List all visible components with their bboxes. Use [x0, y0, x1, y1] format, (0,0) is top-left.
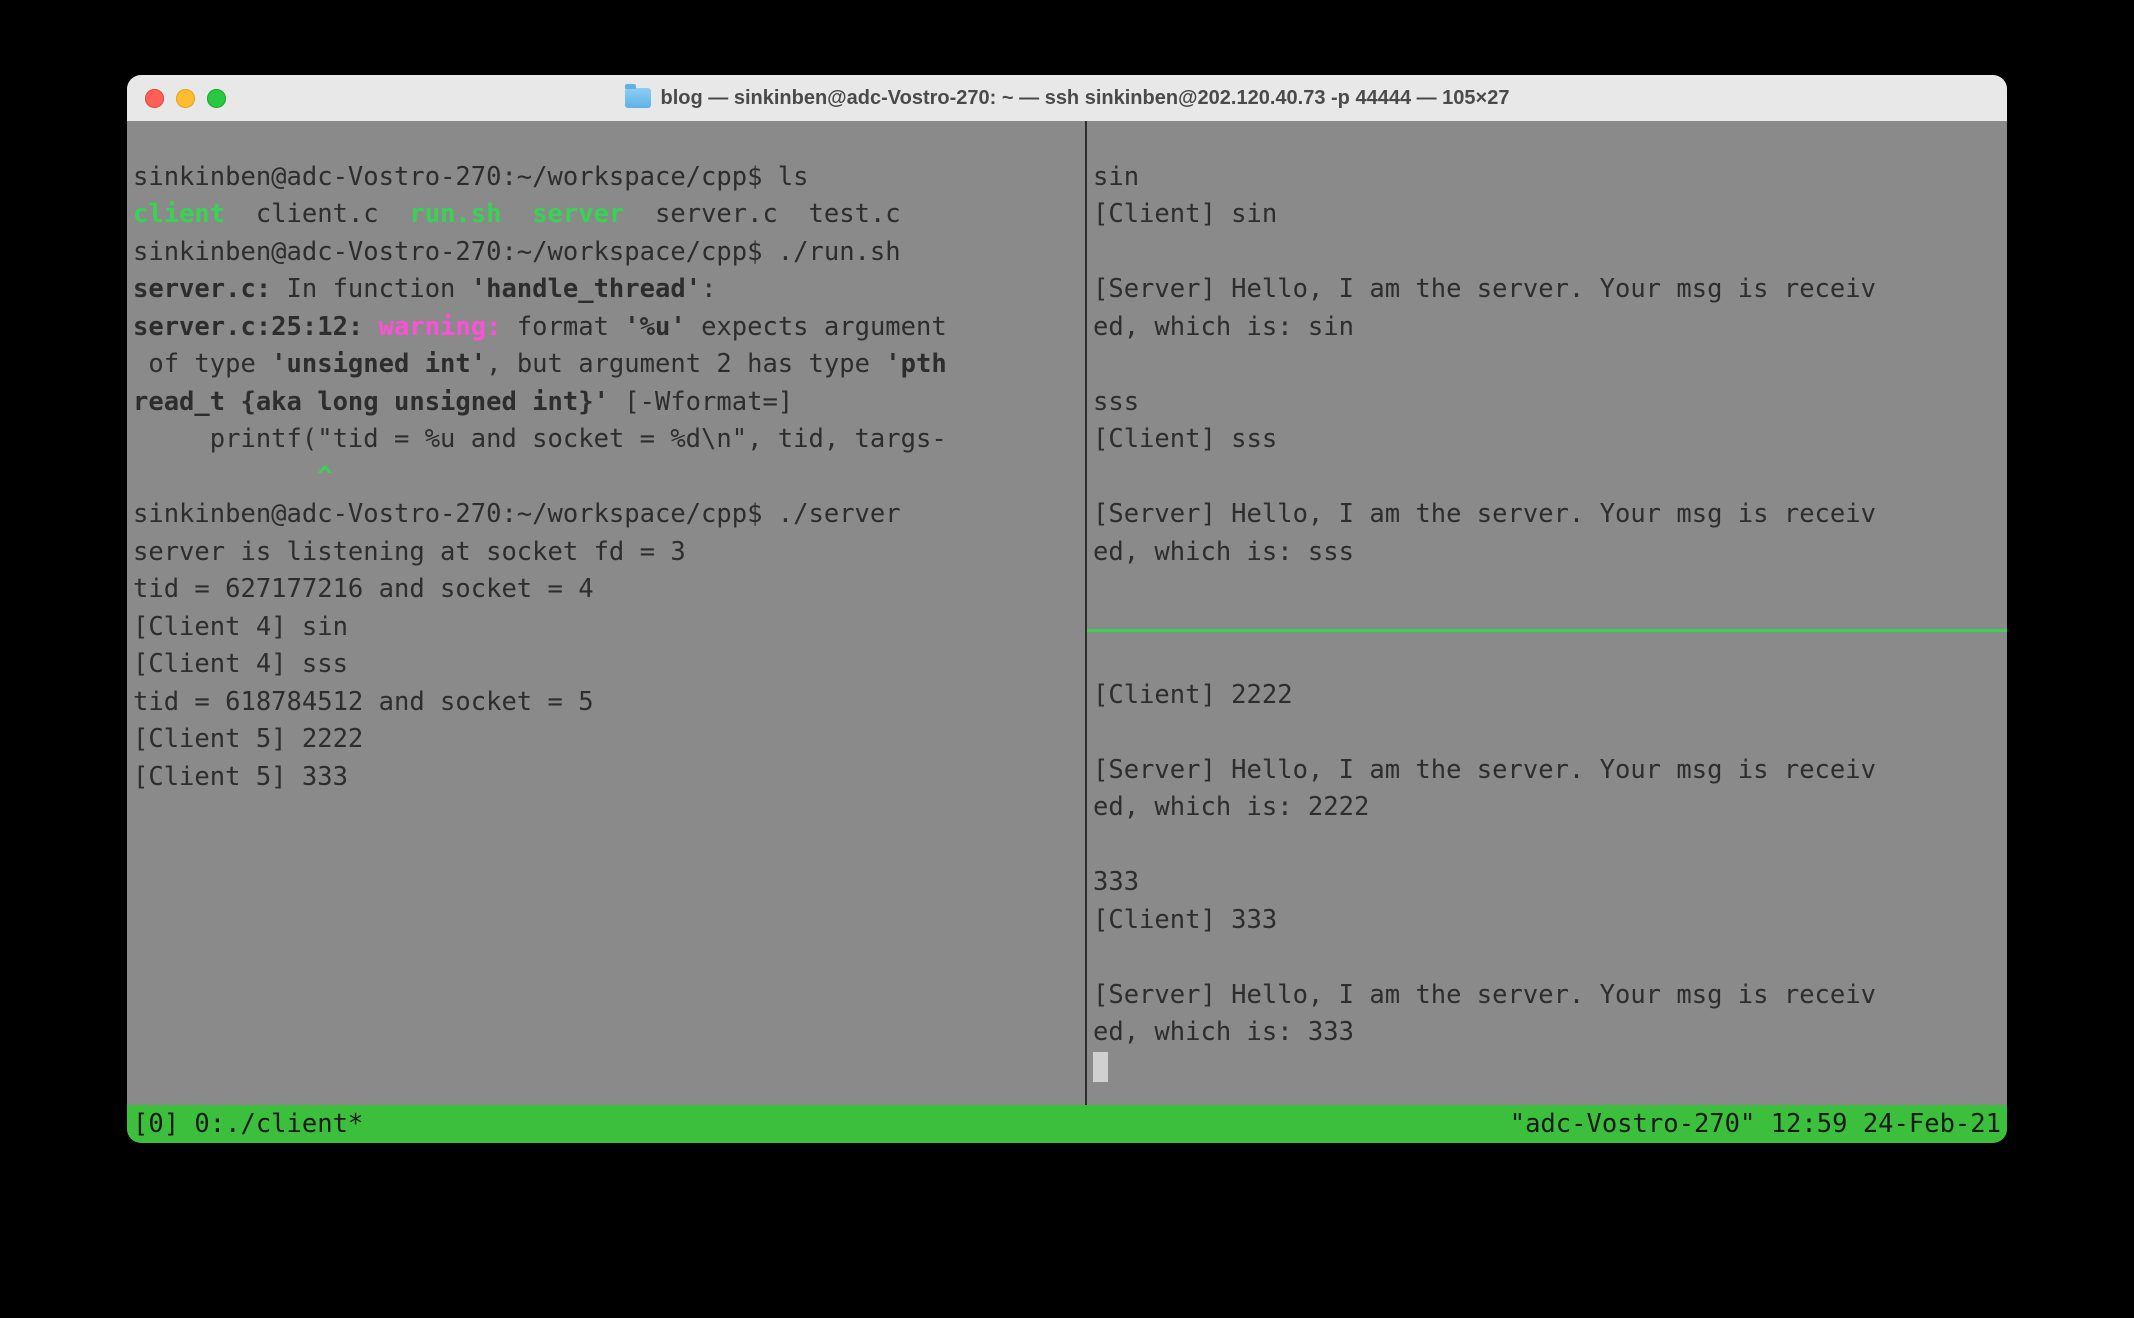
term-line: sinkinben@adc-Vostro-270:~/workspace/cpp…: [133, 162, 809, 192]
term-line: ed, which is: 2222: [1093, 792, 1369, 822]
term-line: sss: [1093, 387, 1139, 417]
term-line: [Client] 333: [1093, 905, 1277, 935]
term-line: ed, which is: sss: [1093, 537, 1354, 567]
close-icon[interactable]: [145, 89, 164, 108]
term-text: [-Wformat=]: [609, 387, 793, 417]
term-line: [Client] 2222: [1093, 680, 1293, 710]
term-text: expects argument: [686, 312, 947, 342]
folder-icon: [625, 88, 651, 108]
term-line: [Server] Hello, I am the server. Your ms…: [1093, 980, 1876, 1010]
term-line: [Client] sin: [1093, 199, 1277, 229]
window-title: blog — sinkinben@adc-Vostro-270: ~ — ssh…: [661, 87, 1510, 110]
term-line: [Client 5] 2222: [133, 724, 363, 754]
status-right: "adc-Vostro-270" 12:59 24-Feb-21: [1510, 1109, 2001, 1139]
minimize-icon[interactable]: [176, 89, 195, 108]
term-text: read_t {aka long unsigned int}': [133, 387, 609, 417]
term-text: server.c:: [133, 274, 271, 304]
tmux-statusbar[interactable]: [0] 0:./client* "adc-Vostro-270" 12:59 2…: [127, 1105, 2007, 1143]
term-line: sinkinben@adc-Vostro-270:~/workspace/cpp…: [133, 499, 901, 529]
term-text: '%u': [624, 312, 685, 342]
term-line: [Server] Hello, I am the server. Your ms…: [1093, 755, 1876, 785]
ls-item: run.sh: [409, 199, 501, 229]
term-line: sinkinben@adc-Vostro-270:~/workspace/cpp…: [133, 237, 901, 267]
term-line: ed, which is: 333: [1093, 1017, 1354, 1047]
caret-indicator: ^: [133, 462, 333, 492]
terminal-body[interactable]: sinkinben@adc-Vostro-270:~/workspace/cpp…: [127, 121, 2007, 1105]
ls-item: server.c test.c: [624, 199, 900, 229]
term-line: printf("tid = %u and socket = %d\n", tid…: [133, 424, 947, 454]
term-line: tid = 627177216 and socket = 4: [133, 574, 594, 604]
warning-label: warning:: [379, 312, 502, 342]
term-line: tid = 618784512 and socket = 5: [133, 687, 594, 717]
term-line: server is listening at socket fd = 3: [133, 537, 686, 567]
term-line: ed, which is: sin: [1093, 312, 1354, 342]
term-line: 333: [1093, 867, 1139, 897]
term-line: [Server] Hello, I am the server. Your ms…: [1093, 499, 1876, 529]
term-text: 'handle_thread': [471, 274, 701, 304]
tmux-pane-right-bottom[interactable]: [Client] 2222 [Server] Hello, I am the s…: [1093, 639, 2001, 1089]
ls-item: client.c: [225, 199, 409, 229]
ls-item: client: [133, 199, 225, 229]
term-text: server.c:25:12:: [133, 312, 379, 342]
zoom-icon[interactable]: [207, 89, 226, 108]
term-text: In function: [271, 274, 471, 304]
title-wrap: blog — sinkinben@adc-Vostro-270: ~ — ssh…: [127, 87, 2007, 110]
tmux-pane-left[interactable]: sinkinben@adc-Vostro-270:~/workspace/cpp…: [127, 121, 1087, 1105]
ls-item: server: [501, 199, 624, 229]
term-text: :: [701, 274, 716, 304]
term-line: [Client] sss: [1093, 424, 1277, 454]
traffic-lights: [145, 89, 226, 108]
term-line: [Client 4] sss: [133, 649, 348, 679]
cursor-icon: [1093, 1052, 1108, 1082]
tmux-pane-right[interactable]: sin [Client] sin [Server] Hello, I am th…: [1087, 121, 2007, 1105]
term-text: , but argument 2 has type: [486, 349, 885, 379]
titlebar[interactable]: blog — sinkinben@adc-Vostro-270: ~ — ssh…: [127, 75, 2007, 121]
terminal-window: blog — sinkinben@adc-Vostro-270: ~ — ssh…: [127, 75, 2007, 1143]
term-text: of type: [133, 349, 271, 379]
tmux-split-line[interactable]: [1087, 629, 2007, 632]
term-line: sin: [1093, 162, 1139, 192]
term-text: format: [501, 312, 624, 342]
status-left: [0] 0:./client*: [133, 1109, 363, 1139]
term-line: [Client 5] 333: [133, 762, 348, 792]
term-line: [Server] Hello, I am the server. Your ms…: [1093, 274, 1876, 304]
term-text: 'pth: [885, 349, 946, 379]
term-text: 'unsigned int': [271, 349, 486, 379]
term-line: [Client 4] sin: [133, 612, 348, 642]
